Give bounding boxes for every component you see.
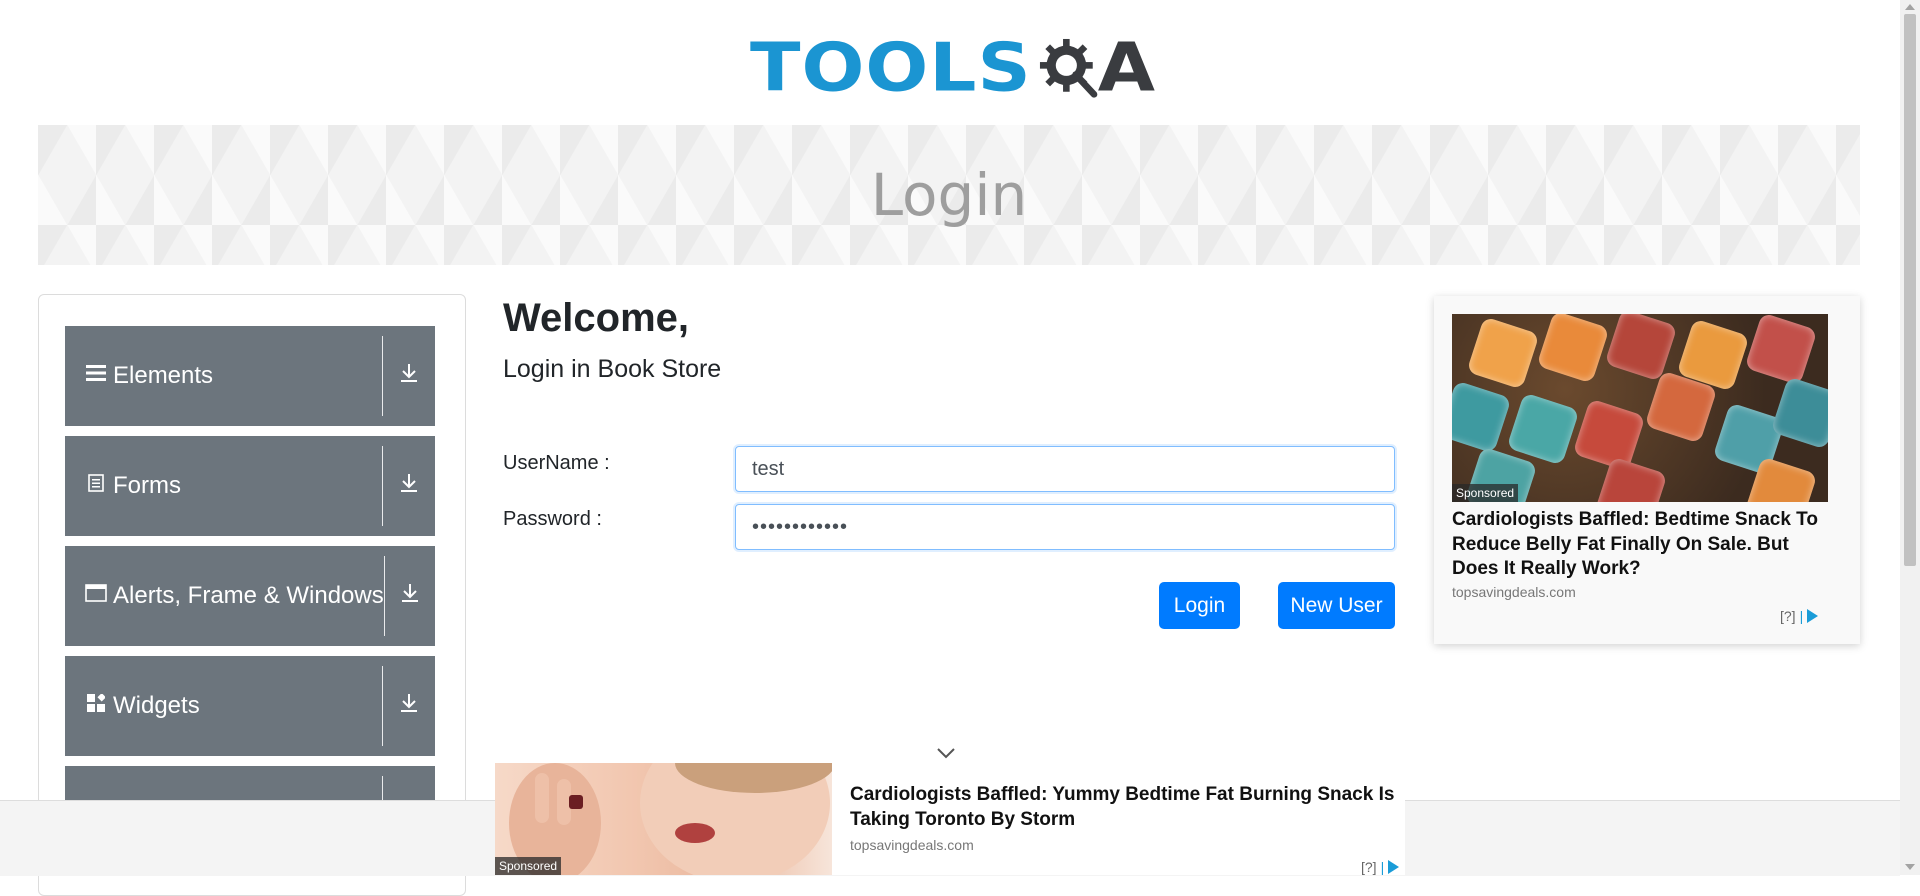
sidebar-group-label: Alerts, Frame & Windows xyxy=(113,582,384,609)
ad-image-candy[interactable]: Sponsored xyxy=(1452,314,1828,502)
download-arrow-icon[interactable] xyxy=(385,582,435,610)
sidebar-group-elements[interactable]: Elements xyxy=(65,326,435,426)
vertical-scrollbar[interactable] xyxy=(1900,0,1920,875)
password-input[interactable] xyxy=(735,504,1395,550)
scroll-down-arrow[interactable] xyxy=(1905,864,1915,870)
username-input[interactable] xyxy=(735,446,1395,492)
login-subtitle: Login in Book Store xyxy=(503,355,722,383)
login-button[interactable]: Login xyxy=(1159,582,1240,629)
hamburger-icon xyxy=(85,364,107,388)
chevron-down-icon[interactable] xyxy=(935,742,957,764)
ad-choices[interactable]: [?] | xyxy=(1361,859,1400,875)
sponsored-ad-bottom[interactable]: Sponsored Cardiologists Baffled: Yummy B… xyxy=(495,763,1405,875)
sponsored-ad-right[interactable]: Sponsored Cardiologists Baffled: Bedtime… xyxy=(1434,296,1860,644)
sidebar-group-alerts-frame-windows[interactable]: Alerts, Frame & Windows xyxy=(65,546,435,646)
ad-info-label: [?] xyxy=(1361,859,1377,875)
divider xyxy=(382,446,383,526)
widgets-icon xyxy=(85,693,107,718)
gear-magnifier-icon xyxy=(1039,38,1098,98)
sidebar-group-forms[interactable]: Forms xyxy=(65,436,435,536)
sidebar-group-label: Elements xyxy=(113,362,214,389)
ad-domain[interactable]: topsavingdeals.com xyxy=(850,837,974,853)
new-user-button[interactable]: New User xyxy=(1278,582,1395,629)
divider xyxy=(382,336,383,416)
download-arrow-icon[interactable] xyxy=(383,692,435,720)
sponsored-badge: Sponsored xyxy=(495,857,562,875)
welcome-heading: Welcome, xyxy=(503,296,689,340)
page-banner: Login xyxy=(38,125,1860,265)
sponsored-badge: Sponsored xyxy=(1452,484,1519,502)
divider xyxy=(382,666,383,746)
download-arrow-icon[interactable] xyxy=(383,362,435,390)
sidebar-group-label: Forms xyxy=(113,472,181,499)
ad-headline[interactable]: Cardiologists Baffled: Yummy Bedtime Fat… xyxy=(850,783,1410,832)
ad-domain[interactable]: topsavingdeals.com xyxy=(1452,584,1576,600)
document-icon xyxy=(85,474,107,498)
logo-text-tools: TOOLS xyxy=(750,29,1032,107)
ad-headline[interactable]: Cardiologists Baffled: Bedtime Snack To … xyxy=(1452,508,1832,582)
page-title: Login xyxy=(870,161,1028,229)
logo-text-a: A xyxy=(1097,29,1155,107)
adchoices-icon xyxy=(1388,860,1400,874)
ad-info-label: [?] xyxy=(1780,608,1796,624)
divider xyxy=(383,556,385,636)
sidebar-group-label: Widgets xyxy=(113,692,200,719)
ad-image-woman-candy[interactable]: Sponsored xyxy=(495,763,832,875)
ad-choices[interactable]: [?] | xyxy=(1780,608,1819,624)
window-icon xyxy=(85,584,107,608)
toolsqa-logo[interactable]: TOOLS A xyxy=(750,18,1155,118)
adchoices-icon xyxy=(1807,609,1819,623)
password-label: Password : xyxy=(503,508,602,530)
download-arrow-icon[interactable] xyxy=(383,472,435,500)
username-label: UserName : xyxy=(503,452,610,474)
sidebar-group-widgets[interactable]: Widgets xyxy=(65,656,435,756)
scroll-thumb[interactable] xyxy=(1904,14,1916,566)
scroll-up-arrow[interactable] xyxy=(1905,4,1915,10)
